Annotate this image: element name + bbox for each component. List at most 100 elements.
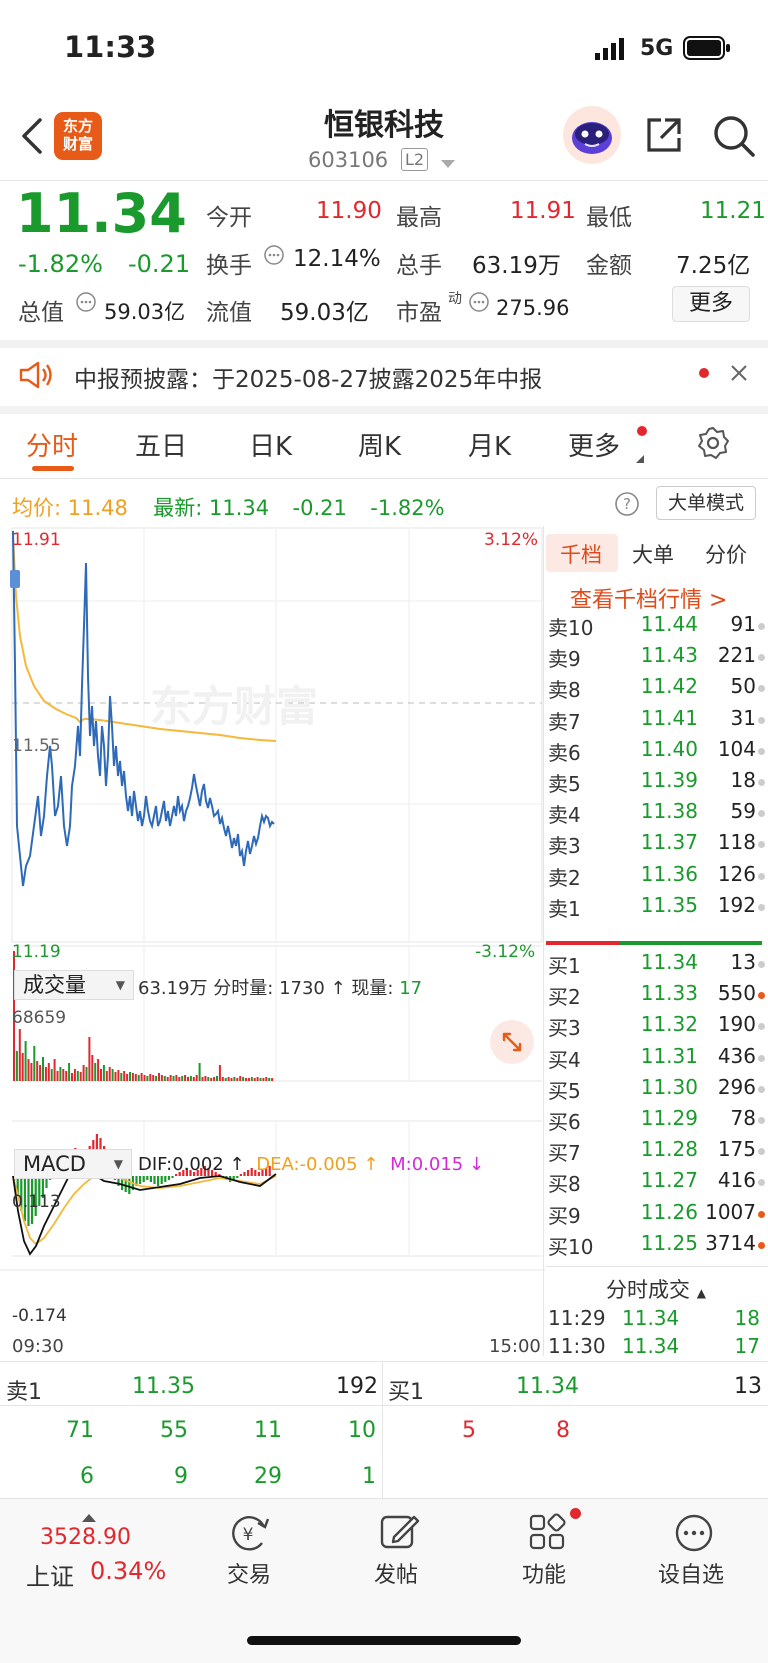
level-price: 11.44 [640, 612, 698, 636]
order-book-row[interactable]: 卖8 11.42 50 [546, 674, 765, 705]
expand-icon[interactable] [490, 1020, 534, 1064]
order-book-row[interactable]: 卖10 11.44 91 [546, 612, 765, 643]
tab-more[interactable]: 更多 [568, 426, 620, 463]
info-icon[interactable] [468, 291, 490, 317]
order-book-row[interactable]: 卖9 11.43 221 [546, 643, 765, 674]
help-icon[interactable]: ? [614, 491, 640, 521]
tab-five-day[interactable]: 五日 [135, 426, 187, 463]
dropdown-arrow-icon: ▼ [115, 978, 125, 992]
info-icon[interactable] [263, 244, 285, 270]
order-book-row[interactable]: 卖3 11.37 118 [546, 830, 765, 861]
settings-icon[interactable] [696, 426, 730, 464]
volume-label: 总手 [396, 253, 442, 279]
level-price: 11.28 [640, 1137, 698, 1162]
level-label: 买9 [548, 1203, 581, 1228]
order-book-row[interactable]: 买3 11.32 190 [546, 1012, 765, 1043]
corner-triangle-icon [636, 448, 644, 467]
order-book-row[interactable]: 卖5 11.39 18 [546, 768, 765, 799]
amount-value: 7.25亿 [676, 253, 751, 279]
order-book-row[interactable]: 买6 11.29 78 [546, 1106, 765, 1137]
quick-ask-order: 55 [160, 1418, 188, 1443]
order-book-row[interactable]: 卖1 11.35 192 [546, 893, 765, 924]
order-book-row[interactable]: 买1 11.34 13 [546, 950, 765, 981]
amount-label: 金额 [586, 253, 632, 279]
order-book-row[interactable]: 买4 11.31 436 [546, 1044, 765, 1075]
close-icon[interactable] [730, 364, 748, 386]
tab-weekly-k[interactable]: 周K [358, 426, 401, 463]
order-book-row[interactable]: 卖2 11.36 126 [546, 862, 765, 893]
view-thousand-level-link[interactable]: 查看千档行情 > [570, 582, 727, 614]
dropdown-arrow-icon[interactable] [440, 154, 456, 173]
nav-functions[interactable]: 功能 [522, 1557, 566, 1589]
index-pct[interactable]: 0.34% [90, 1557, 166, 1585]
share-icon[interactable] [643, 114, 685, 160]
intraday-chart[interactable]: 东方财富 [0, 526, 545, 1356]
post-icon[interactable] [378, 1511, 420, 1557]
tab-price-distribution[interactable]: 分价 [705, 539, 747, 569]
level-price: 11.34 [640, 950, 698, 974]
info-icon[interactable] [75, 291, 97, 317]
macd-indicator-select[interactable]: MACD ▼ [14, 1149, 132, 1179]
functions-icon[interactable] [528, 1513, 568, 1557]
order-book-row[interactable]: 卖7 11.41 31 [546, 705, 765, 737]
big-order-mode-button[interactable]: 大单模式 [656, 486, 756, 520]
divider [543, 526, 544, 1356]
volume-max-label: 68659 [12, 1008, 67, 1028]
order-dot-icon [758, 654, 765, 662]
level-volume: 416 [717, 1168, 756, 1193]
level-label: 买4 [548, 1047, 581, 1072]
order-book-row[interactable]: 买5 11.30 296 [546, 1074, 765, 1106]
order-book-row[interactable]: 买2 11.33 550 [546, 981, 765, 1012]
nav-trade[interactable]: 交易 [227, 1557, 271, 1589]
time-axis-end: 15:00 [489, 1336, 541, 1357]
change-pct: -1.82% [18, 250, 103, 278]
tab-intraday[interactable]: 分时 [26, 426, 78, 463]
more-button[interactable]: 更多 [672, 286, 750, 322]
add-watchlist-icon[interactable] [674, 1513, 714, 1557]
tab-big-orders[interactable]: 大单 [632, 539, 674, 569]
order-book-row[interactable]: 买10 11.25 3714 [546, 1231, 765, 1262]
nav-post[interactable]: 发帖 [374, 1557, 418, 1589]
high-label: 最高 [396, 205, 442, 231]
tab-daily-k[interactable]: 日K [249, 426, 292, 463]
index-value[interactable]: 3528.90 [40, 1525, 131, 1550]
level-label: 买2 [548, 985, 581, 1010]
pct-axis-low: -3.12% [475, 942, 536, 962]
tick-time: 11:30 [548, 1334, 606, 1358]
tab-monthly-k[interactable]: 月K [468, 426, 511, 463]
level-label: 卖4 [548, 803, 581, 828]
home-indicator[interactable] [247, 1636, 521, 1645]
order-book-row[interactable]: 买8 11.27 416 [546, 1168, 765, 1199]
order-book-row[interactable]: 买9 11.26 1007 [546, 1200, 765, 1231]
ai-assistant-icon[interactable] [561, 104, 623, 170]
level-price: 11.30 [640, 1074, 698, 1099]
order-book-row[interactable]: 买7 11.28 175 [546, 1137, 765, 1168]
order-dot-icon [758, 1241, 765, 1249]
notice-text[interactable]: 中报预披露：于2025-08-27披露2025年中报 [74, 360, 542, 394]
nav-add-watchlist[interactable]: 设自选 [658, 1557, 724, 1589]
expand-up-icon[interactable] [82, 1507, 96, 1526]
order-book-row[interactable]: 卖4 11.38 59 [546, 799, 765, 830]
level-volume: 550 [717, 981, 756, 1006]
tick-trades-title[interactable]: 分时成交 ▲ [606, 1274, 706, 1304]
level-price: 11.29 [640, 1106, 698, 1130]
quick-ask-order: 71 [66, 1418, 94, 1443]
level-label: 卖9 [548, 647, 581, 672]
mktcap-label: 总值 [18, 300, 64, 326]
level-volume: 13 [730, 950, 756, 974]
level-volume: 31 [730, 705, 756, 730]
turnover-label: 换手 [206, 253, 252, 279]
stock-code: 603106 [308, 148, 389, 172]
intraday-info-line: 均价: 11.48 最新: 11.34 -0.21 -1.82% [12, 496, 445, 520]
level2-badge[interactable]: L2 [401, 148, 429, 171]
level-label: 买5 [548, 1078, 581, 1103]
volume-indicator-select[interactable]: 成交量 ▼ [14, 970, 134, 1000]
quick-ask-label: 卖1 [6, 1380, 42, 1405]
level-volume: 104 [717, 736, 756, 761]
trade-icon[interactable]: ¥ [228, 1513, 272, 1557]
index-name[interactable]: 上证 [26, 1557, 74, 1592]
tab-thousand-level[interactable]: 千档 [560, 539, 602, 569]
search-icon[interactable] [712, 114, 756, 162]
order-book-row[interactable]: 卖6 11.40 104 [546, 736, 765, 768]
level-label: 卖8 [548, 678, 581, 703]
